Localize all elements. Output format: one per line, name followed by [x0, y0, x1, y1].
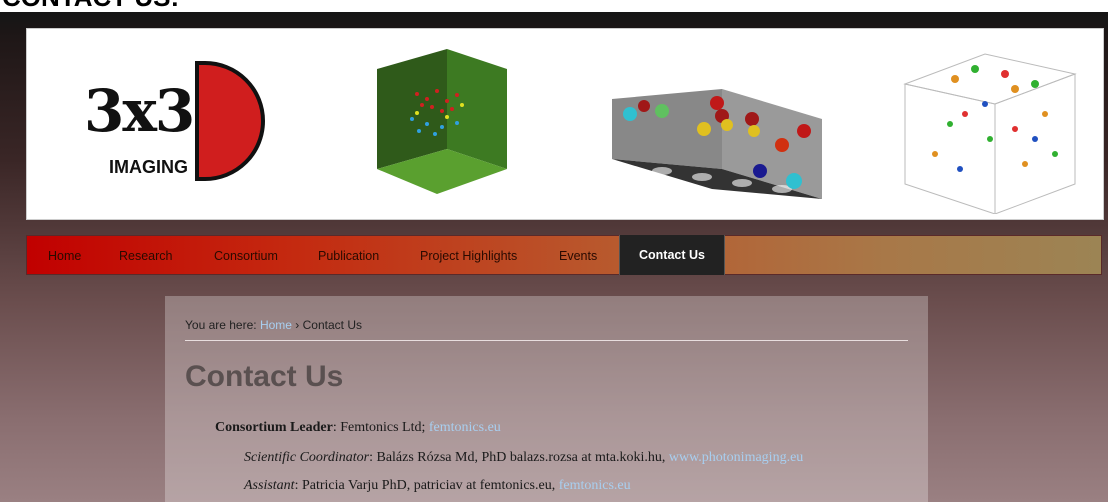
coordinator-text: : Balázs Rózsa Md, PhD balazs.rozsa at m…	[369, 450, 669, 465]
nav-publication[interactable]: Publication	[318, 236, 379, 274]
banner-image-volume	[377, 49, 507, 194]
page-title: Contact Us	[185, 360, 344, 393]
breadcrumb-home-link[interactable]: Home	[260, 318, 292, 332]
nav-home[interactable]: Home	[48, 236, 81, 274]
breadcrumb: You are here: Home › Contact Us	[185, 318, 362, 332]
consortium-leader-line: Consortium Leader: Femtonics Ltd; femton…	[215, 420, 501, 436]
leader-label: Consortium Leader	[215, 420, 333, 435]
assistant-text: : Patricia Varju PhD, patriciav at femto…	[294, 478, 559, 493]
nav-research[interactable]: Research	[119, 236, 173, 274]
assistant-line: Assistant: Patricia Varju PhD, patriciav…	[244, 478, 631, 494]
assistant-label: Assistant	[244, 478, 295, 493]
banner-image-3d-plot	[903, 53, 1077, 214]
logo-d-shape	[195, 61, 265, 181]
nav-consortium[interactable]: Consortium	[214, 236, 278, 274]
site-logo[interactable]: 3x3 IMAGING	[79, 61, 279, 191]
main-nav: Home Research Consortium Publication Pro…	[26, 235, 1102, 275]
coordinator-link[interactable]: www.photonimaging.eu	[669, 450, 803, 465]
nav-contact-us[interactable]: Contact Us	[619, 235, 725, 275]
logo-subtext: IMAGING	[109, 157, 188, 177]
breadcrumb-current: Contact Us	[302, 318, 362, 332]
logo-text: 3x3	[84, 77, 195, 145]
breadcrumb-prefix: You are here:	[185, 318, 260, 332]
scientific-coordinator-line: Scientific Coordinator: Balázs Rózsa Md,…	[244, 450, 803, 466]
coordinator-label: Scientific Coordinator	[244, 450, 370, 465]
nav-project-highlights[interactable]: Project Highlights	[420, 236, 517, 274]
breadcrumb-separator: ›	[291, 318, 303, 332]
nav-events[interactable]: Events	[559, 236, 597, 274]
leader-text: : Femtonics Ltd;	[332, 420, 429, 435]
main-content: You are here: Home › Contact Us Contact …	[165, 296, 928, 502]
leader-link[interactable]: femtonics.eu	[429, 420, 501, 435]
header-banner: 3x3 IMAGING	[26, 28, 1104, 220]
banner-image-slices	[612, 89, 822, 199]
assistant-link[interactable]: femtonics.eu	[559, 478, 631, 493]
divider	[185, 340, 908, 341]
page-heading: CONTACT US:	[0, 0, 1108, 12]
